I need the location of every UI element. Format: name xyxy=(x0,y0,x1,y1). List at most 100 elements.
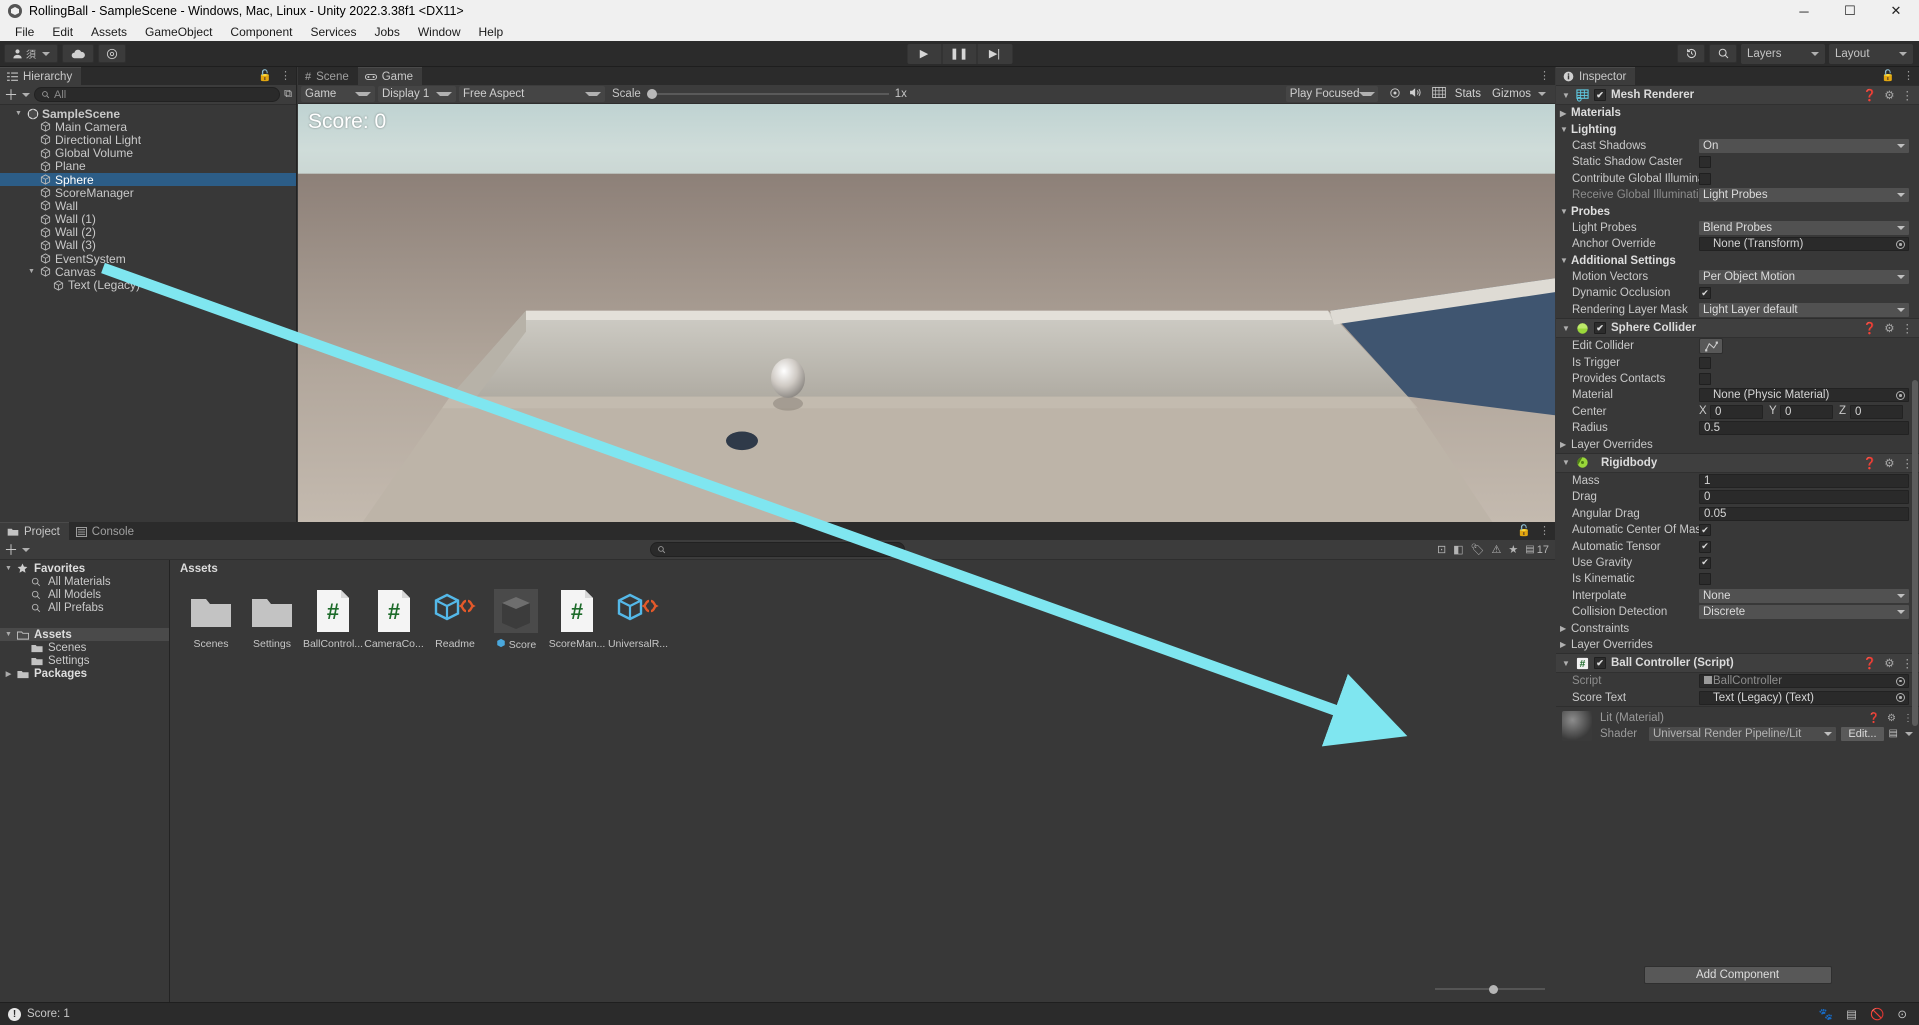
more-menu-icon[interactable]: ⋮ xyxy=(1539,69,1550,82)
minimize-button[interactable]: ─ xyxy=(1781,0,1827,22)
property-checkbox[interactable]: ✔ xyxy=(1699,524,1711,536)
game-display-dropdown[interactable]: Display 1 xyxy=(378,86,456,102)
property-dropdown[interactable]: Light Layer default xyxy=(1699,303,1909,317)
expand-twisty[interactable]: ▼ xyxy=(1560,125,1571,134)
tab-inspector[interactable]: Inspector xyxy=(1556,67,1635,85)
project-tree-item-scenes[interactable]: Scenes xyxy=(0,641,169,654)
project-tree-item-all-materials[interactable]: All Materials xyxy=(0,575,169,588)
hierarchy-item-wall-1[interactable]: Wall (1) xyxy=(0,213,296,226)
filter-star-icon[interactable]: ★ xyxy=(1508,543,1518,556)
component-header-rigidbody[interactable]: ▼Rigidbody❓⚙⋮ xyxy=(1556,453,1919,473)
expand-twisty[interactable]: ▼ xyxy=(1560,256,1571,265)
expand-twisty[interactable]: ▶ xyxy=(1560,624,1571,633)
expand-twisty[interactable]: ▶ xyxy=(1560,440,1571,449)
gizmos-button[interactable]: Gizmos xyxy=(1492,88,1531,100)
inspector-foldout-layer-overrides[interactable]: ▶Layer Overrides xyxy=(1556,637,1919,653)
search-save-icon[interactable]: ⊡ xyxy=(1437,543,1446,556)
asset-zoom-slider[interactable] xyxy=(1435,984,1545,994)
menu-window[interactable]: Window xyxy=(409,24,470,40)
expand-twisty[interactable]: ▼ xyxy=(4,565,13,572)
expand-twisty[interactable]: ▶ xyxy=(1560,640,1571,649)
property-checkbox[interactable] xyxy=(1699,373,1711,385)
asset-item[interactable]: Score xyxy=(489,588,543,651)
project-tree-item-all-prefabs[interactable]: All Prefabs xyxy=(0,602,169,615)
hierarchy-item-wall-2[interactable]: Wall (2) xyxy=(0,226,296,239)
tab-game[interactable]: Game xyxy=(358,67,422,85)
preset-icon[interactable]: ⚙ xyxy=(1887,713,1896,724)
layout-dropdown[interactable]: Layout xyxy=(1829,44,1913,64)
property-checkbox[interactable]: ✔ xyxy=(1699,287,1711,299)
speaker-icon[interactable] xyxy=(1409,87,1423,101)
project-add-button[interactable]: ＋ xyxy=(4,540,18,560)
menu-edit[interactable]: Edit xyxy=(43,24,82,40)
project-search-input[interactable] xyxy=(650,542,905,557)
game-settings-icon[interactable] xyxy=(1389,87,1401,102)
expand-twisty[interactable]: ▼ xyxy=(27,268,36,275)
inspector-foldout-layer-overrides[interactable]: ▶Layer Overrides xyxy=(1556,436,1919,452)
mute-audio-icon[interactable]: 🚫 xyxy=(1870,1007,1884,1021)
asset-item[interactable]: UniversalR... xyxy=(611,588,665,651)
object-field[interactable]: None (Transform) xyxy=(1699,237,1909,251)
asset-item[interactable]: #BallControl... xyxy=(306,588,360,651)
menu-component[interactable]: Component xyxy=(221,24,301,40)
inspector-foldout-probes[interactable]: ▼Probes xyxy=(1556,203,1919,219)
more-menu-icon[interactable]: ⋮ xyxy=(1903,69,1914,82)
inspector-foldout-lighting[interactable]: ▼Lighting xyxy=(1556,121,1919,137)
preset-icon[interactable]: ⚙ xyxy=(1884,88,1894,102)
preset-icon[interactable]: ⚙ xyxy=(1884,321,1894,335)
shader-dropdown[interactable]: Universal Render Pipeline/Lit xyxy=(1649,727,1836,741)
property-dropdown[interactable]: On xyxy=(1699,139,1909,153)
number-input[interactable]: 0.5 xyxy=(1699,421,1909,435)
asset-item[interactable]: Settings xyxy=(245,588,299,651)
hierarchy-item-sphere[interactable]: Sphere xyxy=(0,173,296,186)
help-icon[interactable]: ❓ xyxy=(1868,713,1880,724)
number-input[interactable]: 0.05 xyxy=(1699,507,1909,521)
hierarchy-item-plane[interactable]: Plane xyxy=(0,160,296,173)
expand-twisty[interactable]: ▼ xyxy=(1560,207,1571,216)
expand-twisty[interactable]: ▼ xyxy=(1562,324,1571,333)
filter-warning-icon[interactable]: ⚠ xyxy=(1492,543,1502,556)
object-picker-icon[interactable] xyxy=(1896,240,1905,249)
hierarchy-popout-icon[interactable]: ⧉ xyxy=(284,88,292,101)
project-tree-item-packages[interactable]: ▶Packages xyxy=(0,668,169,681)
hierarchy-item-text-legacy[interactable]: Text (Legacy) xyxy=(0,278,296,291)
preset-icon[interactable]: ⚙ xyxy=(1884,656,1894,670)
lock-icon[interactable]: 🔓 xyxy=(258,69,272,82)
expand-twisty[interactable]: ▶ xyxy=(1560,109,1571,118)
property-dropdown[interactable]: None xyxy=(1699,589,1909,603)
search-icon[interactable] xyxy=(1709,44,1737,63)
axis-input-z[interactable]: 0 xyxy=(1850,405,1903,419)
hierarchy-item-scoremanager[interactable]: ScoreManager xyxy=(0,186,296,199)
component-enabled-checkbox[interactable]: ✔ xyxy=(1594,89,1606,101)
add-component-button[interactable]: Add Component xyxy=(1644,966,1832,984)
object-picker-icon[interactable] xyxy=(1896,693,1905,702)
lock-icon[interactable]: 🔓 xyxy=(1517,524,1531,537)
property-checkbox[interactable] xyxy=(1699,573,1711,585)
help-icon[interactable]: ❓ xyxy=(1863,456,1877,470)
property-checkbox[interactable] xyxy=(1699,173,1711,185)
more-menu-icon[interactable]: ⋮ xyxy=(280,69,291,82)
object-picker-icon[interactable] xyxy=(1896,677,1905,686)
property-checkbox[interactable] xyxy=(1699,357,1711,369)
property-checkbox[interactable]: ✔ xyxy=(1699,557,1711,569)
menu-services[interactable]: Services xyxy=(301,24,365,40)
edit-collider-button[interactable] xyxy=(1699,338,1723,354)
hierarchy-add-button[interactable]: ＋ xyxy=(4,85,18,105)
hierarchy-item-wall[interactable]: Wall xyxy=(0,199,296,212)
play-button[interactable]: ▶ xyxy=(907,44,942,64)
component-header-mesh-renderer[interactable]: ▼✔Mesh Renderer❓⚙⋮ xyxy=(1556,85,1919,105)
tab-project[interactable]: Project xyxy=(0,522,69,540)
object-field[interactable]: None (Physic Material) xyxy=(1699,388,1909,402)
help-icon[interactable]: ❓ xyxy=(1863,88,1877,102)
inspector-scrollbar[interactable] xyxy=(1912,87,1918,950)
shader-menu-icon[interactable]: ▤ xyxy=(1889,728,1898,739)
property-checkbox[interactable]: ✔ xyxy=(1699,541,1711,553)
game-display-mode-dropdown[interactable]: Game xyxy=(301,86,375,102)
pause-button[interactable]: ❚❚ xyxy=(942,44,977,64)
hierarchy-item-eventsystem[interactable]: EventSystem xyxy=(0,252,296,265)
property-dropdown[interactable]: Light Probes xyxy=(1699,188,1909,202)
cloud-icon[interactable] xyxy=(62,44,94,63)
tab-scene[interactable]: # Scene xyxy=(298,67,358,85)
preset-icon[interactable]: ⚙ xyxy=(1884,456,1894,470)
object-field[interactable]: Text (Legacy) (Text) xyxy=(1699,691,1909,705)
